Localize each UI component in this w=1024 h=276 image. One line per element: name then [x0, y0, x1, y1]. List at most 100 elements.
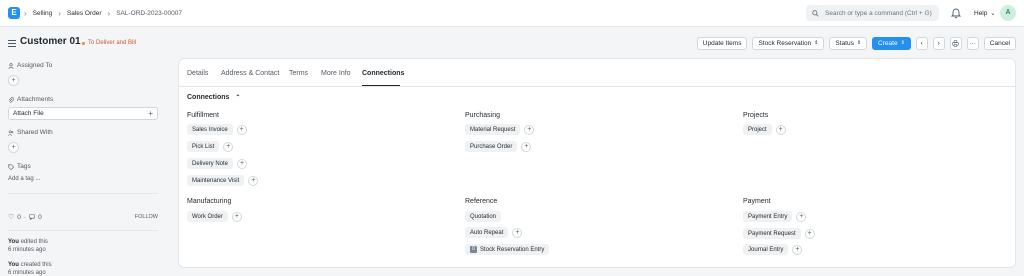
group-title-fulfillment: Fulfillment	[187, 112, 219, 119]
doc-link[interactable]: Delivery Note	[187, 158, 234, 169]
group-title-manufacturing: Manufacturing	[187, 198, 232, 205]
more-options-button[interactable]: ···	[966, 37, 979, 50]
add-new-button[interactable]: +	[236, 124, 247, 135]
comments-count: 0	[38, 213, 42, 221]
tab-details[interactable]: Details	[187, 70, 208, 77]
add-new-button[interactable]: +	[524, 124, 535, 135]
assigned-to-label: Assigned To	[17, 62, 53, 69]
activity-action: created this	[20, 262, 52, 268]
connection-payment-request: Payment Request +	[743, 228, 815, 239]
stock-reservation-button[interactable]: Stock Reservation ⇕	[752, 37, 825, 50]
shared-with-label: Shared With	[17, 129, 53, 136]
app-logo[interactable]: E	[8, 7, 20, 19]
chevron-right-icon: ›	[937, 40, 940, 47]
search-input[interactable]: Search or type a command (Ctrl + G)	[806, 5, 939, 21]
cancel-button[interactable]: Cancel	[983, 37, 1016, 50]
attach-file-button[interactable]: Attach File +	[8, 107, 158, 120]
update-items-button[interactable]: Update Items	[696, 37, 748, 50]
shared-with-heading: Shared With	[8, 129, 53, 136]
create-button[interactable]: Create ⇕	[872, 37, 911, 50]
group-title-projects: Projects	[743, 112, 769, 119]
add-new-button[interactable]: +	[521, 141, 532, 152]
doc-link[interactable]: Pick List	[187, 141, 220, 152]
breadcrumb-selling[interactable]: Selling	[33, 10, 53, 17]
tab-more-info[interactable]: More Info	[321, 70, 351, 77]
paperclip-icon	[9, 96, 14, 103]
connection-delivery-note: Delivery Note +	[187, 158, 248, 169]
heart-icon[interactable]: ♡	[8, 213, 14, 221]
help-label: Help	[974, 10, 988, 17]
doc-link[interactable]: 0 Stock Reservation Entry	[465, 244, 550, 255]
doc-link[interactable]: Project	[743, 124, 772, 135]
tab-address-contact[interactable]: Address & Contact	[221, 70, 279, 77]
doc-link[interactable]: Work Order	[187, 211, 228, 222]
add-new-button[interactable]: +	[792, 244, 803, 255]
chevron-left-icon: ‹	[920, 40, 923, 47]
bell-icon[interactable]	[951, 8, 961, 19]
add-share-button[interactable]: +	[8, 142, 19, 153]
add-tag-link[interactable]: Add a tag ...	[8, 176, 40, 182]
add-new-button[interactable]: +	[512, 227, 523, 238]
connection-payment-entry: Payment Entry +	[743, 211, 807, 222]
breadcrumb-sales-order[interactable]: Sales Order	[67, 10, 102, 17]
connection-purchase-order: Purchase Order +	[465, 141, 532, 152]
doc-link[interactable]: Quotation	[465, 211, 502, 222]
doc-link[interactable]: Maintenance Visit	[187, 175, 245, 186]
cancel-label: Cancel	[989, 40, 1010, 47]
add-new-button[interactable]: +	[223, 141, 234, 152]
connection-project: Project +	[743, 124, 786, 135]
follow-button[interactable]: FOLLOW	[135, 214, 158, 220]
activity-user: You	[8, 262, 19, 268]
status-button[interactable]: Status ⇕	[829, 37, 868, 50]
activity-item: You created this 6 minutes ago	[8, 261, 52, 276]
doc-link[interactable]: Material Request	[465, 124, 521, 135]
up-down-caret-icon: ⇕	[856, 40, 862, 46]
connection-maintenance-visit: Maintenance Visit +	[187, 175, 259, 186]
navbar: E › Selling › Sales Order › SAL-ORD-2023…	[0, 0, 1024, 27]
comment-icon[interactable]	[29, 214, 35, 220]
printer-icon	[952, 40, 959, 47]
add-assignee-button[interactable]: +	[8, 75, 19, 86]
doc-link[interactable]: Payment Request	[743, 228, 801, 239]
active-tab-indicator	[362, 85, 400, 86]
doc-link[interactable]: Auto Repeat	[465, 227, 509, 238]
status-label: To Deliver and Bill	[88, 40, 137, 46]
search-placeholder: Search or type a command (Ctrl + G)	[825, 9, 932, 17]
tags-label: Tags	[17, 163, 31, 170]
tab-connections[interactable]: Connections	[362, 70, 404, 77]
attach-file-label: Attach File	[13, 110, 44, 117]
doc-link-label: Stock Reservation Entry	[480, 246, 545, 253]
doc-link[interactable]: Sales Invoice	[187, 124, 233, 135]
tab-terms[interactable]: Terms	[289, 70, 308, 77]
tag-icon	[8, 163, 14, 170]
help-menu[interactable]: Help ⌄	[974, 0, 995, 27]
form-card: Details Address & Contact Terms More Inf…	[178, 58, 1016, 268]
activity-user: You	[8, 239, 19, 245]
ellipsis-icon: ···	[969, 40, 977, 47]
chevron-right-icon: ›	[24, 9, 27, 18]
avatar[interactable]: A	[1000, 5, 1016, 21]
connection-pick-list: Pick List +	[187, 141, 234, 152]
stock-reservation-label: Stock Reservation	[758, 40, 812, 47]
connections-section-header[interactable]: Connections ⌃	[187, 94, 240, 101]
connection-journal-entry: Journal Entry +	[743, 244, 803, 255]
sidebar-toggle-icon[interactable]	[8, 40, 16, 49]
previous-button[interactable]: ‹	[915, 37, 928, 50]
add-new-button[interactable]: +	[237, 158, 248, 169]
likes-comments: ♡ 0 · 0	[8, 213, 42, 222]
search-icon	[812, 9, 819, 17]
doc-link[interactable]: Journal Entry	[743, 244, 789, 255]
add-new-button[interactable]: +	[804, 228, 815, 239]
add-new-button[interactable]: +	[248, 175, 259, 186]
add-new-button[interactable]: +	[231, 211, 242, 222]
doc-link[interactable]: Purchase Order	[465, 141, 518, 152]
next-button[interactable]: ›	[932, 37, 945, 50]
count-badge: 0	[470, 246, 477, 253]
doc-link[interactable]: Payment Entry	[743, 211, 793, 222]
form-tabs: Details Address & Contact Terms More Inf…	[179, 59, 1015, 87]
print-button[interactable]	[949, 37, 962, 50]
add-new-button[interactable]: +	[796, 211, 807, 222]
connection-auto-repeat: Auto Repeat +	[465, 227, 523, 238]
tags-heading: Tags	[8, 163, 31, 170]
add-new-button[interactable]: +	[775, 124, 786, 135]
